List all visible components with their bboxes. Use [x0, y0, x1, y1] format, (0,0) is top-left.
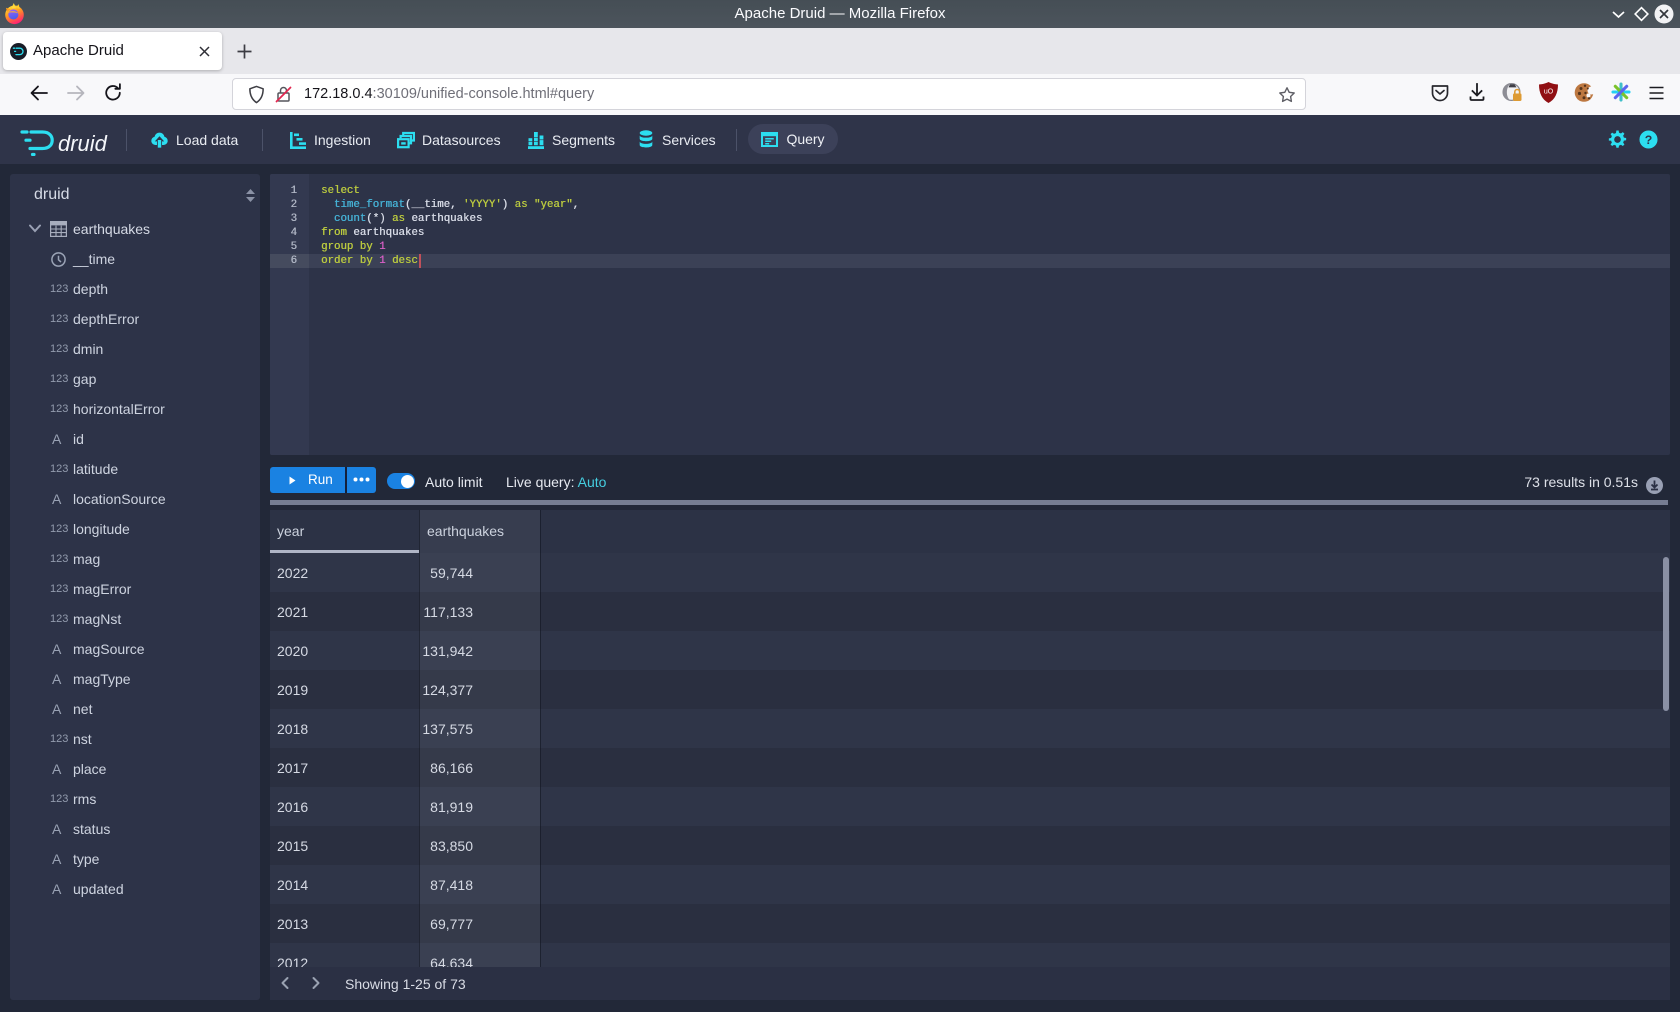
- svg-text:uO: uO: [1544, 89, 1554, 96]
- svg-text:?: ?: [1645, 133, 1653, 147]
